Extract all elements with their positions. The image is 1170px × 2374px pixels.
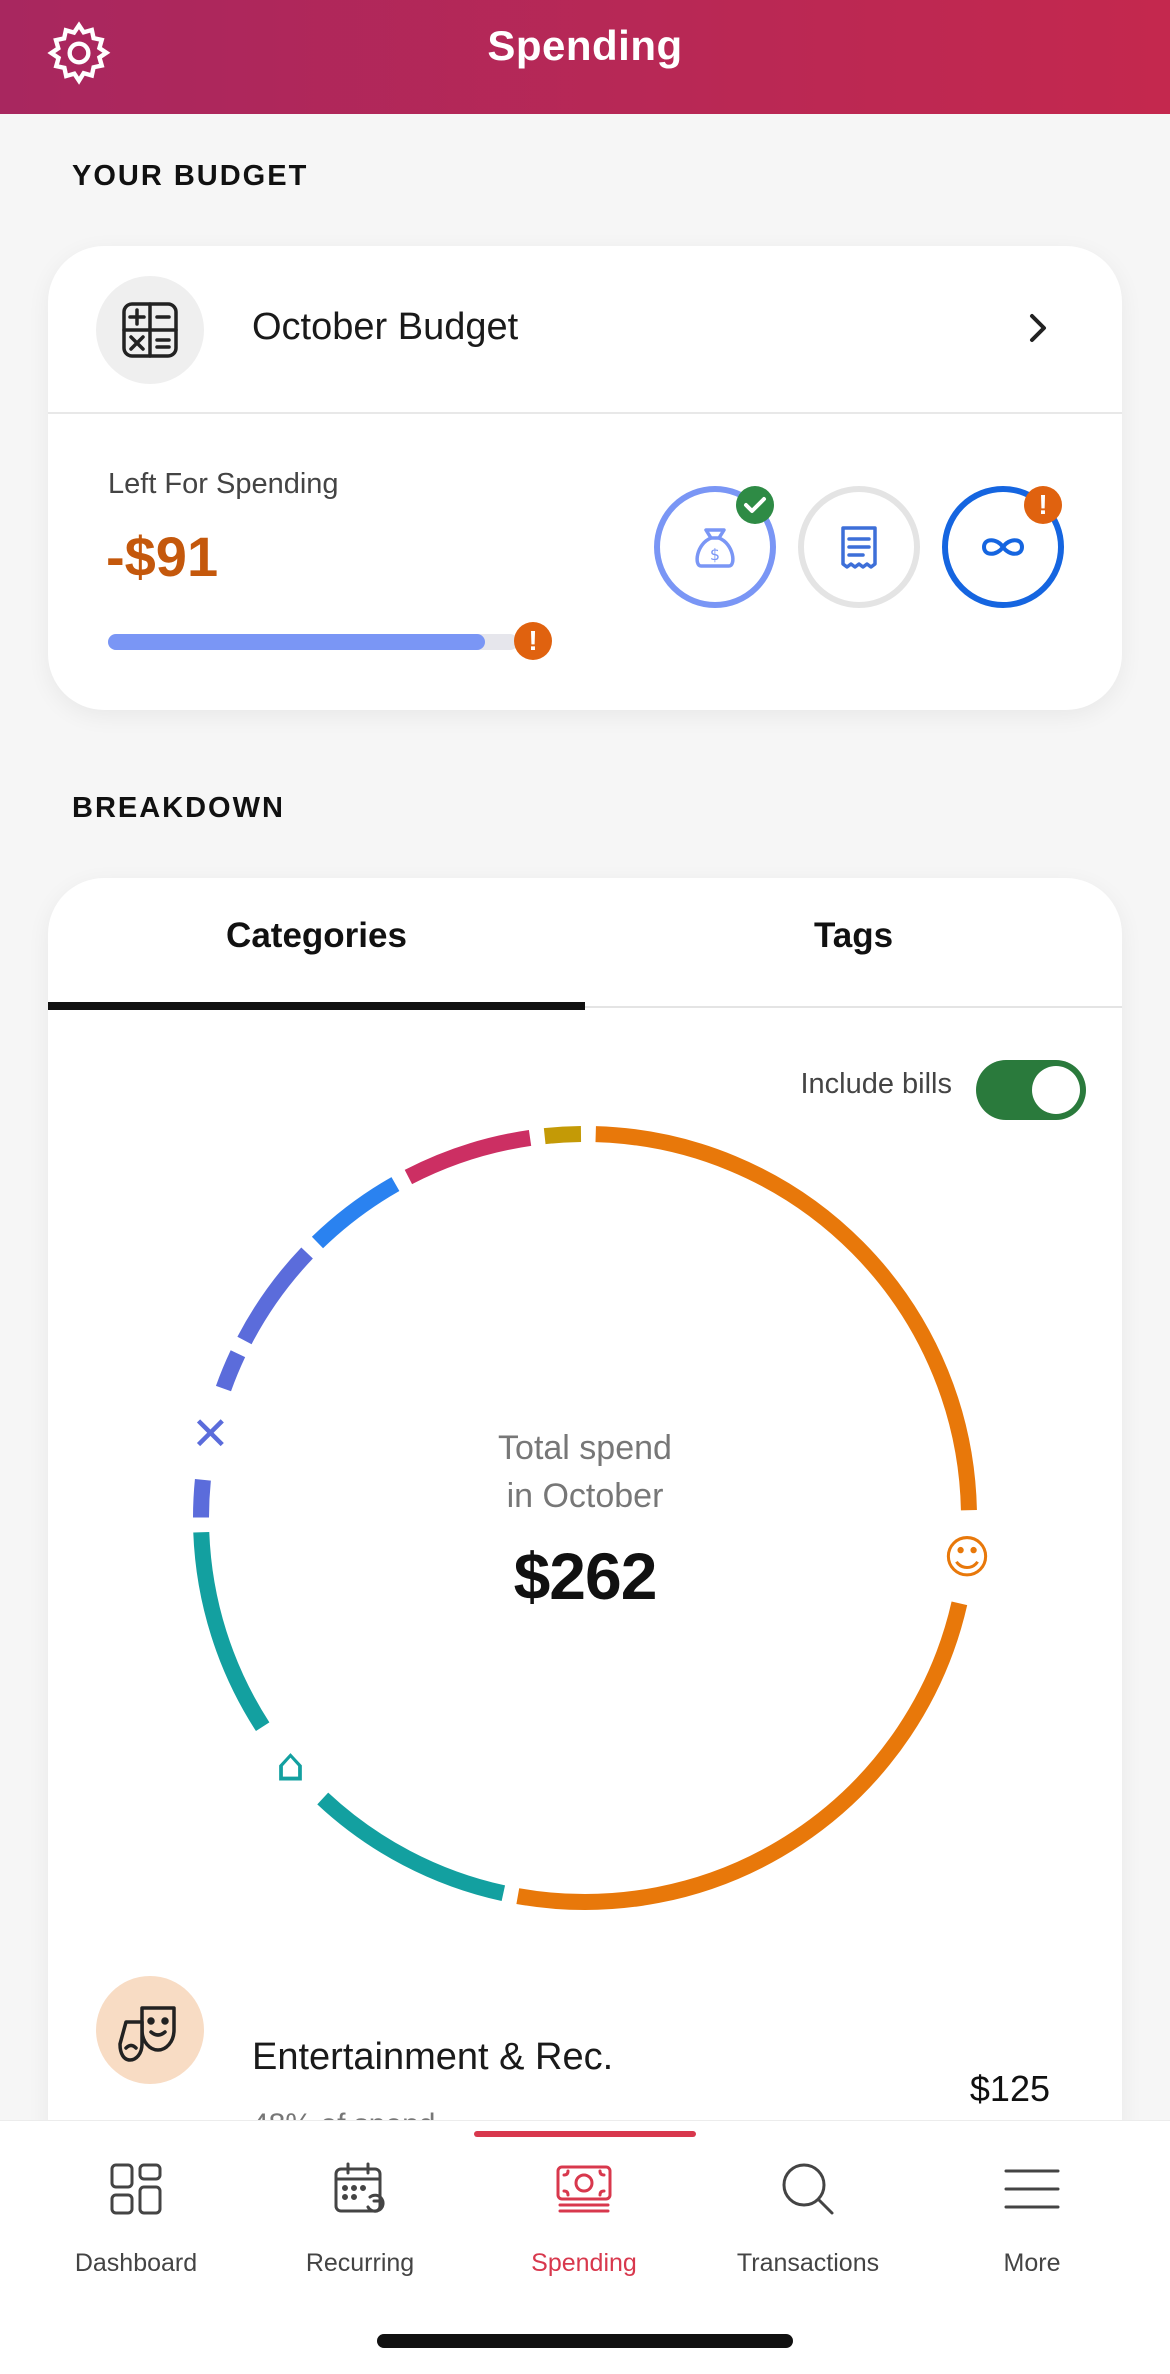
donut-segment[interactable]: [311, 1177, 400, 1249]
donut-segment[interactable]: [543, 1126, 582, 1145]
left-for-spending-label: Left For Spending: [108, 468, 339, 500]
budget-section-label: YOUR BUDGET: [72, 160, 309, 192]
svg-text:$: $: [710, 545, 720, 564]
tab-recurring-label: Recurring: [305, 2249, 415, 2277]
receipt-icon: [841, 526, 877, 569]
tab-dashboard-label: Dashboard: [74, 2249, 198, 2277]
home-indicator: [377, 2334, 793, 2348]
tab-spending[interactable]: Spending: [472, 2121, 696, 2291]
car-icon: ⌂: [276, 1737, 305, 1791]
donut-segment[interactable]: [237, 1247, 313, 1345]
budget-progress-bar: [108, 634, 518, 650]
budget-icon-container: [96, 276, 204, 384]
tab-more-label: More: [1003, 2249, 1061, 2277]
budget-progress-fill: [108, 634, 486, 650]
donut-segment[interactable]: [516, 1601, 968, 1910]
calculator-icon: [122, 302, 178, 358]
search-icon: [782, 2163, 834, 2215]
recurring-status[interactable]: !: [942, 486, 1064, 608]
donut-segment[interactable]: [317, 1792, 506, 1902]
total-spend-line2: in October: [506, 1477, 664, 1515]
total-spend-line1: Total spend: [498, 1429, 672, 1467]
category-icon-container: [96, 1976, 204, 2084]
category-name: Entertainment & Rec.: [252, 2036, 614, 2078]
tab-transactions-label: Transactions: [736, 2249, 880, 2277]
bills-status[interactable]: [798, 486, 920, 608]
tab-dashboard[interactable]: Dashboard: [24, 2121, 248, 2291]
check-badge-icon: [736, 486, 774, 524]
budget-row[interactable]: October Budget: [48, 246, 1122, 414]
total-spend-label: Total spend in October: [48, 1424, 1122, 1520]
spending-icon: [556, 2165, 612, 2213]
category-amount: $125: [969, 2068, 1050, 2109]
left-for-spending-amount: -$91: [106, 525, 219, 588]
tab-transactions[interactable]: Transactions: [696, 2121, 920, 2291]
breakdown-section-label: BREAKDOWN: [72, 792, 285, 824]
money-bag-status[interactable]: $: [654, 486, 776, 608]
budget-card: October Budget Left For Spending -$91 ! …: [48, 246, 1122, 710]
app-header: Spending: [0, 0, 1170, 114]
breakdown-card: Categories Tags Include bills ☺ ⌂ ✕ Total …: [48, 878, 1122, 2178]
dashboard-icon: [110, 2163, 162, 2215]
budget-name: October Budget: [252, 306, 519, 348]
donut-segment[interactable]: [215, 1350, 246, 1392]
chevron-right-icon: [1030, 314, 1046, 342]
menu-icon: [1004, 2169, 1060, 2209]
theater-masks-icon: [118, 2006, 176, 2062]
donut-segment[interactable]: [404, 1130, 532, 1185]
total-spend-amount: $262: [513, 1539, 658, 1613]
tab-more[interactable]: More: [920, 2121, 1144, 2291]
tab-recurring[interactable]: Recurring: [248, 2121, 472, 2291]
recurring-calendar-icon: [334, 2162, 385, 2213]
progress-warning-icon: !: [514, 622, 552, 660]
page-title: Spending: [487, 22, 683, 69]
tab-spending-label: Spending: [531, 2249, 637, 2277]
recurring-warning-icon: !: [1024, 486, 1062, 524]
